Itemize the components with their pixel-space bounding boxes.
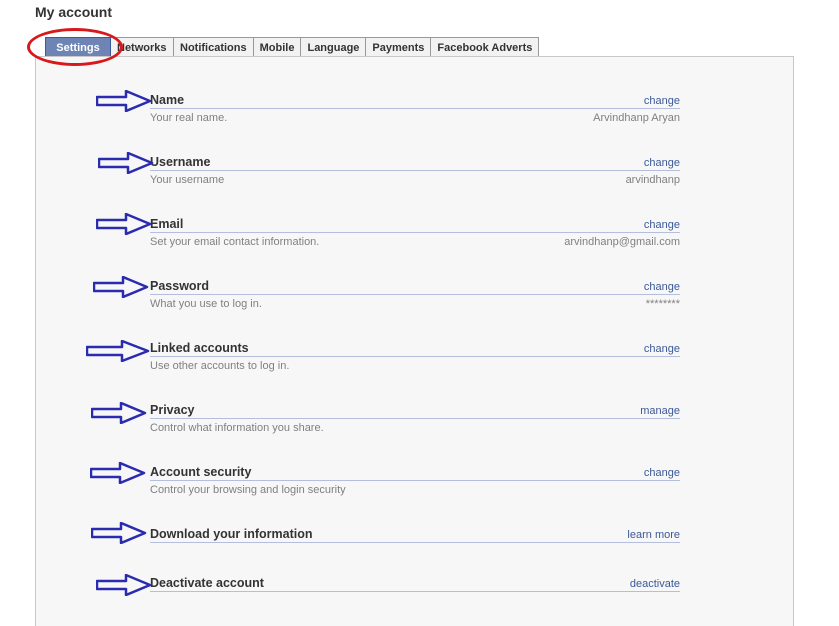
page-title: My account [35, 4, 113, 20]
tab-bar: Settings Networks Notifications Mobile L… [45, 37, 540, 57]
change-name-link[interactable]: change [644, 95, 680, 107]
tab-settings[interactable]: Settings [45, 37, 111, 57]
setting-description: Control what information you share. [150, 422, 324, 434]
tab-payments[interactable]: Payments [366, 37, 432, 57]
change-email-link[interactable]: change [644, 219, 680, 231]
annotation-arrow-icon [96, 90, 152, 112]
tab-language[interactable]: Language [301, 37, 367, 57]
change-username-link[interactable]: change [644, 157, 680, 169]
setting-title: Linked accounts [150, 341, 249, 355]
tab-mobile[interactable]: Mobile [253, 37, 302, 57]
setting-title: Username [150, 155, 211, 169]
annotation-arrow-icon [98, 152, 154, 174]
tab-facebook-adverts[interactable]: Facebook Adverts [431, 37, 540, 57]
tab-notifications[interactable]: Notifications [174, 37, 254, 57]
change-password-link[interactable]: change [644, 281, 680, 293]
setting-value: Arvindhanp Aryan [593, 112, 680, 124]
setting-description: Your real name. [150, 112, 228, 124]
setting-title: Deactivate account [150, 576, 264, 590]
setting-title: Privacy [150, 403, 195, 417]
setting-title: Download your information [150, 527, 313, 541]
change-linked-accounts-link[interactable]: change [644, 343, 680, 355]
manage-privacy-link[interactable]: manage [640, 405, 680, 417]
annotation-arrow-icon [90, 462, 146, 484]
setting-row-linked-accounts: Linked accounts change Use other account… [150, 340, 680, 372]
setting-title: Email [150, 217, 184, 231]
setting-row-name: Name change Your real name. Arvindhanp A… [150, 92, 680, 124]
setting-row-password: Password change What you use to log in. … [150, 278, 680, 310]
setting-row-deactivate-account: Deactivate account deactivate [150, 575, 680, 592]
setting-row-email: Email change Set your email contact info… [150, 216, 680, 248]
tab-networks[interactable]: Networks [111, 37, 174, 57]
setting-description: Set your email contact information. [150, 236, 320, 248]
learn-more-link[interactable]: learn more [627, 529, 680, 541]
annotation-arrow-icon [96, 574, 152, 596]
annotation-arrow-icon [96, 213, 152, 235]
deactivate-link[interactable]: deactivate [630, 578, 680, 590]
setting-value: ******** [645, 298, 680, 310]
setting-title: Name [150, 93, 185, 107]
setting-row-download-information: Download your information learn more [150, 526, 680, 543]
annotation-arrow-icon [91, 402, 147, 424]
setting-row-privacy: Privacy manage Control what information … [150, 402, 680, 434]
setting-row-username: Username change Your username arvindhanp [150, 154, 680, 186]
change-account-security-link[interactable]: change [644, 467, 680, 479]
annotation-arrow-icon [86, 340, 150, 362]
annotation-arrow-icon [91, 522, 147, 544]
setting-description: What you use to log in. [150, 298, 262, 310]
setting-description: Use other accounts to log in. [150, 360, 290, 372]
setting-row-account-security: Account security change Control your bro… [150, 464, 680, 496]
setting-value: arvindhanp [625, 174, 680, 186]
setting-value: arvindhanp@gmail.com [564, 236, 680, 248]
annotation-arrow-icon [93, 276, 149, 298]
setting-description: Your username [150, 174, 225, 186]
setting-description: Control your browsing and login security [150, 484, 346, 496]
setting-title: Password [150, 279, 210, 293]
setting-title: Account security [150, 465, 252, 479]
